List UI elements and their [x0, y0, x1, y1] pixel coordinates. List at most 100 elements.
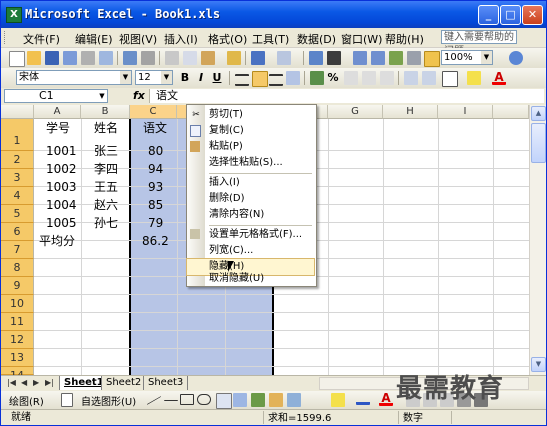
currency-icon[interactable] [310, 71, 324, 85]
row-header-12[interactable]: 12 [1, 331, 34, 349]
column-header-c[interactable]: C [130, 105, 177, 119]
sort-ascending-icon[interactable] [353, 51, 367, 65]
excel-app-icon[interactable]: X [6, 7, 22, 23]
copy-icon[interactable] [183, 51, 197, 65]
draw-menu[interactable]: 绘图(R) [9, 393, 44, 408]
fill-color-icon[interactable] [467, 71, 481, 85]
font-color-icon[interactable]: A [492, 71, 506, 85]
line-icon[interactable] [147, 388, 161, 406]
align-left-icon[interactable] [235, 74, 249, 86]
next-sheet-icon[interactable]: ▶ [33, 378, 39, 387]
menu-help[interactable]: 帮助(H) [385, 31, 424, 47]
cut-icon[interactable] [165, 51, 179, 65]
column-header-h[interactable]: H [383, 105, 438, 119]
cell-c7[interactable]: 86.2 [142, 232, 169, 250]
select-pointer-icon[interactable] [61, 393, 73, 407]
save-icon[interactable] [45, 51, 59, 65]
menu-format-cells[interactable]: 设置单元格格式(F)... [187, 227, 314, 243]
italic-button[interactable]: I [194, 71, 208, 85]
autosum-icon[interactable] [327, 51, 341, 65]
cell-c1[interactable]: 语文 [143, 119, 167, 137]
format-painter-icon[interactable] [227, 51, 241, 65]
align-right-icon[interactable] [269, 74, 283, 86]
row-header-4[interactable]: 4 [1, 187, 34, 205]
column-header-j[interactable] [493, 105, 529, 119]
cell-a2[interactable]: 1001 [46, 142, 77, 160]
menu-paste-special[interactable]: 选择性粘贴(S)... [187, 155, 314, 171]
maximize-button[interactable]: □ [500, 5, 521, 25]
menu-window[interactable]: 窗口(W) [341, 31, 382, 47]
scroll-down-icon[interactable]: ▼ [531, 357, 546, 372]
picture-icon[interactable] [287, 393, 301, 407]
chart-wizard-icon[interactable] [389, 51, 403, 65]
align-center-icon[interactable] [252, 71, 268, 87]
cell-b3[interactable]: 李四 [94, 160, 118, 178]
bold-button[interactable]: B [178, 71, 192, 85]
merge-center-icon[interactable] [286, 71, 300, 85]
menu-edit[interactable]: 编辑(E) [75, 31, 113, 47]
menu-cut[interactable]: ✂ 剪切(T) [187, 107, 314, 123]
cell-b2[interactable]: 张三 [94, 142, 118, 160]
cell-c2[interactable]: 80 [148, 142, 163, 160]
decrease-decimal-icon[interactable] [380, 71, 394, 85]
comma-style-icon[interactable] [344, 71, 358, 85]
oval-icon[interactable] [197, 394, 211, 405]
autoshapes-menu[interactable]: 自选图形(U) [81, 393, 136, 408]
column-header-a[interactable]: A [34, 105, 81, 119]
cell-b6[interactable]: 孙七 [94, 214, 118, 232]
cell-c4[interactable]: 93 [148, 178, 163, 196]
row-header-1[interactable]: 1 [1, 119, 34, 151]
increase-indent-icon[interactable] [422, 71, 436, 85]
close-button[interactable]: ✕ [522, 5, 543, 25]
menu-clear-contents[interactable]: 清除内容(N) [187, 207, 314, 223]
row-header-10[interactable]: 10 [1, 295, 34, 313]
cell-c5[interactable]: 85 [148, 196, 163, 214]
menu-column-width[interactable]: 列宽(C)... [187, 243, 314, 259]
cell-a6[interactable]: 1005 [46, 214, 77, 232]
textbox-icon[interactable] [216, 393, 232, 409]
zoom-select[interactable]: 100% ▼ [441, 50, 493, 65]
cell-a5[interactable]: 1004 [46, 196, 77, 214]
sort-descending-icon[interactable] [371, 51, 385, 65]
cell-b5[interactable]: 赵六 [94, 196, 118, 214]
cell-b4[interactable]: 王五 [94, 178, 118, 196]
draw-font-color-icon[interactable]: A [379, 392, 393, 406]
row-header-13[interactable]: 13 [1, 349, 34, 367]
draw-fill-color-icon[interactable] [331, 393, 345, 407]
row-header-2[interactable]: 2 [1, 151, 34, 169]
research-icon[interactable] [141, 51, 155, 65]
clipart-icon[interactable] [269, 393, 283, 407]
menu-data[interactable]: 数据(D) [297, 31, 336, 47]
row-header-9[interactable]: 9 [1, 277, 34, 295]
column-header-g[interactable]: G [328, 105, 383, 119]
column-header-i[interactable]: I [438, 105, 493, 119]
wordart-icon[interactable] [233, 393, 247, 407]
minimize-button[interactable]: _ [478, 5, 499, 25]
scroll-thumb[interactable] [531, 123, 546, 163]
increase-decimal-icon[interactable] [362, 71, 376, 85]
drawing-icon[interactable] [407, 51, 421, 65]
cell-a4[interactable]: 1003 [46, 178, 77, 196]
cell-a3[interactable]: 1002 [46, 160, 77, 178]
paste-icon[interactable] [201, 51, 215, 65]
menu-file[interactable]: 文件(F) [23, 31, 60, 47]
name-box[interactable]: C1 ▼ [4, 89, 108, 103]
rectangle-icon[interactable] [180, 394, 194, 405]
line-color-icon[interactable] [356, 393, 370, 405]
borders-icon[interactable] [442, 71, 458, 87]
undo-icon[interactable] [251, 51, 265, 65]
decrease-indent-icon[interactable] [404, 71, 418, 85]
select-all-corner[interactable] [1, 105, 34, 119]
hyperlink-icon[interactable] [309, 51, 323, 65]
last-sheet-icon[interactable]: ▶| [45, 378, 54, 387]
first-sheet-icon[interactable]: |◀ [7, 378, 16, 387]
menu-copy[interactable]: 复制(C) [187, 123, 314, 139]
arrow-icon[interactable] [164, 393, 178, 401]
drawing-toggle-icon[interactable] [424, 51, 440, 67]
menu-delete[interactable]: 删除(D) [187, 191, 314, 207]
menu-paste[interactable]: 粘贴(P) [187, 139, 314, 155]
cell-c6[interactable]: 79 [148, 214, 163, 232]
row-header-11[interactable]: 11 [1, 313, 34, 331]
row-header-6[interactable]: 6 [1, 223, 34, 241]
vertical-scrollbar[interactable]: ▲ ▼ [529, 105, 546, 375]
